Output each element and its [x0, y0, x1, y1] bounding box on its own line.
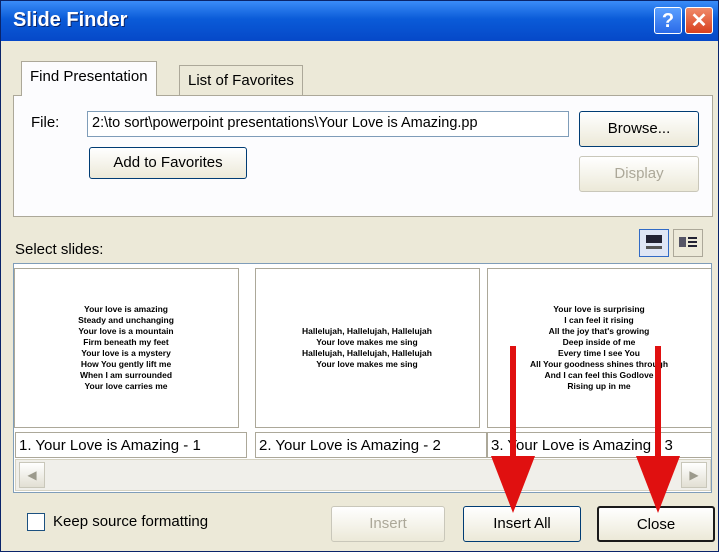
slide-text-line: Your love is surprising — [553, 303, 645, 314]
slide-thumbnail[interactable]: Hallelujah, Hallelujah, Hallelujah Your … — [255, 268, 480, 428]
slide-text-line: Your love makes me sing — [316, 336, 418, 347]
display-button[interactable]: Display — [579, 156, 699, 192]
keep-source-formatting-label: Keep source formatting — [53, 513, 209, 530]
close-window-button[interactable]: ✕ — [685, 7, 713, 34]
slide-text-line: Firm beneath my feet — [83, 336, 169, 347]
slide-thumbnail[interactable]: Your love is amazing Steady and unchangi… — [14, 268, 239, 428]
slide-preview: Your love is amazing Steady and unchangi… — [23, 275, 229, 420]
horizontal-scrollbar[interactable]: ◀ ▶ — [15, 459, 711, 491]
add-to-favorites-button[interactable]: Add to Favorites — [89, 147, 247, 179]
tab-list-of-favorites[interactable]: List of Favorites — [179, 65, 303, 95]
slide-text-line: Steady and unchanging — [78, 314, 174, 325]
slide-finder-dialog: Slide Finder ? ✕ List of Favorites Find … — [0, 0, 719, 552]
slide-thumbnail[interactable]: Your love is surprising I can feel it ri… — [487, 268, 711, 428]
title-bar[interactable]: Slide Finder ? ✕ — [1, 1, 718, 41]
scroll-left-icon[interactable]: ◀ — [19, 462, 45, 488]
insert-all-button[interactable]: Insert All — [463, 506, 581, 542]
slide-text-line: Hallelujah, Hallelujah, Hallelujah — [302, 347, 432, 358]
slide-text-line: Your love is amazing — [84, 303, 168, 314]
slide-text-line: Your love is a mystery — [81, 347, 171, 358]
slide-text-line: Deep inside of me — [562, 336, 636, 347]
tab-find-presentation[interactable]: Find Presentation — [21, 61, 157, 96]
file-label: File: — [31, 114, 60, 131]
slide-text-line: Your love carries me — [84, 380, 168, 391]
slide-view-toggle-button[interactable] — [639, 229, 669, 257]
title-view-icon — [679, 237, 697, 247]
slide-text-line: When I am surrounded — [79, 369, 173, 380]
keep-source-formatting-checkbox[interactable] — [27, 513, 45, 531]
slide-text-line: Rising up in me — [567, 380, 631, 391]
select-slides-label: Select slides: — [15, 241, 104, 258]
help-button[interactable]: ? — [654, 7, 682, 34]
slide-text-line: All the joy that's growing — [548, 325, 650, 336]
slide-caption[interactable]: 1. Your Love is Amazing - 1 — [15, 432, 247, 458]
browse-button[interactable]: Browse... — [579, 111, 699, 147]
slide-text-line: Your love is a mountain — [78, 325, 174, 336]
slide-text-line: All Your goodness shines through — [529, 358, 669, 369]
slide-preview: Hallelujah, Hallelujah, Hallelujah Your … — [264, 275, 470, 420]
slide-caption[interactable]: 3. Your Love is Amazing - 3 — [487, 432, 711, 458]
slide-caption[interactable]: 2. Your Love is Amazing - 2 — [255, 432, 487, 458]
slide-preview: Your love is surprising I can feel it ri… — [496, 275, 702, 420]
title-view-toggle-button[interactable] — [673, 229, 703, 257]
slide-text-line: Your love makes me sing — [316, 358, 418, 369]
insert-button[interactable]: Insert — [331, 506, 445, 542]
slide-text-line: How You gently lift me — [80, 358, 172, 369]
slide-text-line: Hallelujah, Hallelujah, Hallelujah — [302, 325, 432, 336]
slide-text-line: I can feel it rising — [564, 314, 634, 325]
slide-text-line: And I can feel this Godlove — [544, 369, 654, 380]
scroll-right-icon[interactable]: ▶ — [681, 462, 707, 488]
slide-view-icon — [646, 235, 662, 249]
slide-text-line: Every time I see You — [558, 347, 640, 358]
window-title: Slide Finder — [13, 9, 128, 31]
close-button[interactable]: Close — [597, 506, 715, 542]
tab-label: Find Presentation — [30, 68, 148, 85]
tab-label: List of Favorites — [188, 72, 294, 89]
file-path-input[interactable]: 2:\to sort\powerpoint presentations\Your… — [87, 111, 569, 137]
